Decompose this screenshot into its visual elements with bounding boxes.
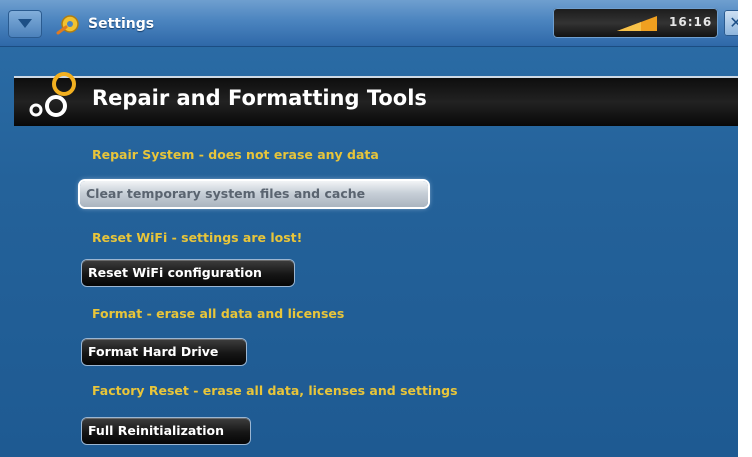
clear-cache-button[interactable]: Clear temporary system files and cache [80,181,428,207]
clock: 16:16 [669,15,713,29]
status-indicator: 16:16 [553,8,718,38]
status-bar: Settings 16:16 ✕ [0,0,752,47]
tab-arrow-icon[interactable] [8,10,42,38]
section-label-format: Format - erase all data and licenses [92,306,345,321]
tools-icon [29,72,76,117]
signal-icon [617,16,657,31]
settings-screen: Settings 16:16 ✕ Repair and Formatting T… [0,0,752,457]
section-label-wifi: Reset WiFi - settings are lost! [92,230,303,245]
reset-wifi-button[interactable]: Reset WiFi configuration [82,260,294,286]
section-label-factory: Factory Reset - erase all data, licenses… [92,383,458,398]
app-title: Settings [88,16,155,32]
full-reinit-button[interactable]: Full Reinitialization [82,418,250,444]
screen-edge [738,0,752,457]
settings-icon [56,15,79,35]
format-drive-button[interactable]: Format Hard Drive [82,339,246,365]
page-title: Repair and Formatting Tools [92,86,427,110]
section-label-repair: Repair System - does not erase any data [92,147,379,162]
